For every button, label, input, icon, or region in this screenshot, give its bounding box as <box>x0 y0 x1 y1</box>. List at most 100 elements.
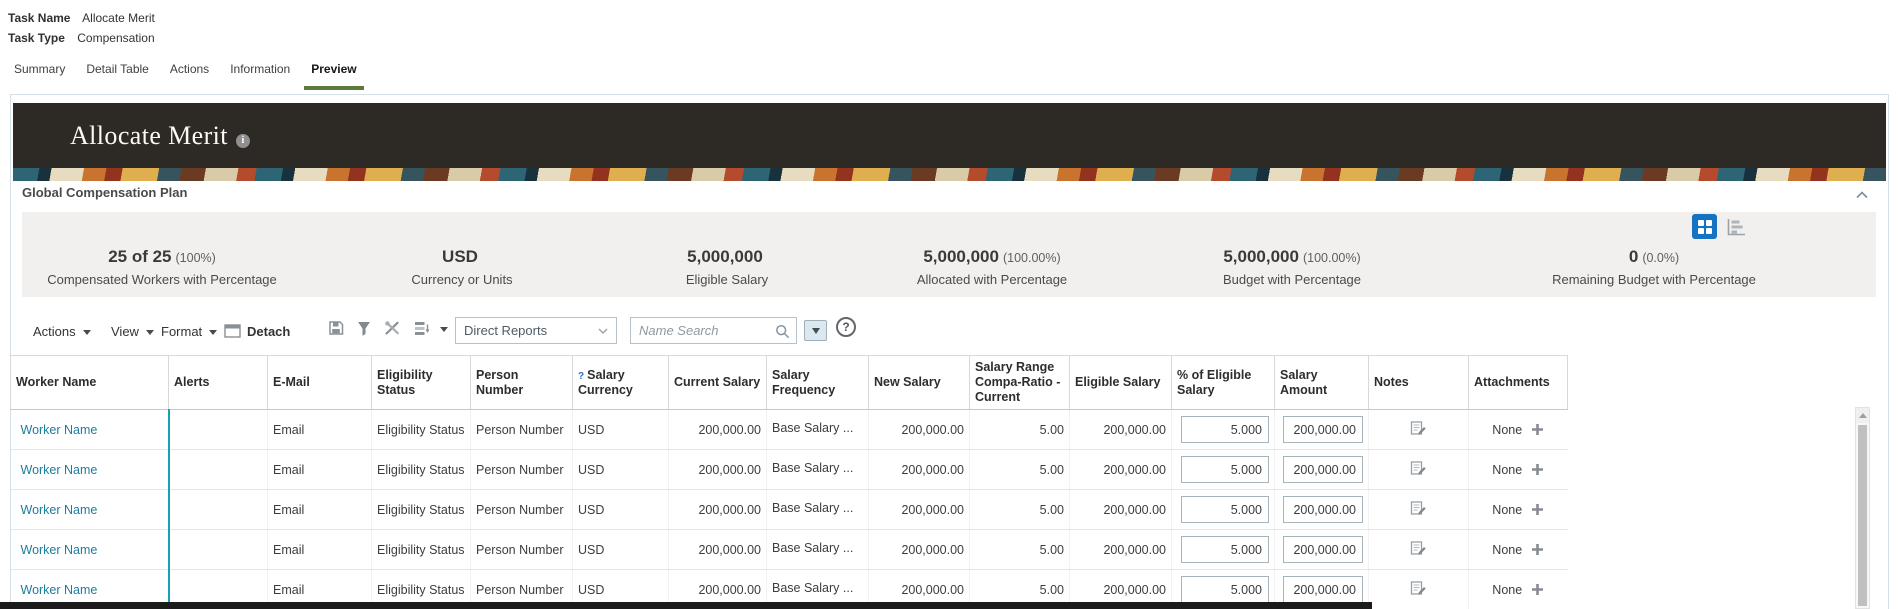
note-edit-icon[interactable] <box>1410 580 1427 596</box>
col-header-notes[interactable]: Notes <box>1368 355 1469 410</box>
worker-name-link[interactable]: Worker Name <box>21 543 98 557</box>
search-options-button[interactable] <box>804 320 827 341</box>
tab-preview[interactable]: Preview <box>304 48 365 90</box>
cell-salary-currency: USD <box>572 489 669 530</box>
scrollbar-thumb[interactable] <box>1858 425 1867 606</box>
col-header-pct-of-eligible-salary[interactable]: % of Eligible Salary <box>1171 355 1275 410</box>
worker-name-link[interactable]: Worker Name <box>21 583 98 597</box>
col-header-attachments[interactable]: Attachments <box>1468 355 1568 410</box>
cell-new-salary: 200,000.00 <box>868 409 970 450</box>
salary-amount-input[interactable] <box>1283 416 1363 443</box>
current-salary-value: 200,000.00 <box>698 502 761 517</box>
banner: Allocate Merit i <box>13 103 1886 168</box>
pct-of-eligible-input[interactable] <box>1181 416 1269 443</box>
export-icon[interactable] <box>328 320 344 336</box>
col-header-salary-currency[interactable]: Salary Currency <box>572 355 669 410</box>
horizontal-scrollbar[interactable] <box>0 602 1372 609</box>
tab-information[interactable]: Information <box>228 48 292 90</box>
section-title: Global Compensation Plan <box>22 185 188 200</box>
name-search-input[interactable] <box>631 318 796 343</box>
format-menu[interactable]: Format <box>161 318 218 344</box>
add-attachment-plus-icon[interactable] <box>1531 583 1544 596</box>
reorder-columns-icon[interactable] <box>414 321 431 336</box>
worker-name-link[interactable]: Worker Name <box>21 463 98 477</box>
note-edit-icon[interactable] <box>1410 500 1427 516</box>
cell-worker-name: Worker Name <box>10 529 170 570</box>
decorative-banner-strip <box>13 168 1886 181</box>
add-attachment-plus-icon[interactable] <box>1531 503 1544 516</box>
chevron-down-icon[interactable] <box>440 326 448 332</box>
worker-name-link[interactable]: Worker Name <box>21 423 98 437</box>
cell-salary-currency: USD <box>572 449 669 490</box>
current-salary-value: 200,000.00 <box>698 542 761 557</box>
col-header-new-salary[interactable]: New Salary <box>868 355 970 410</box>
col-header-alerts[interactable]: Alerts <box>168 355 268 410</box>
cell-salary-currency: USD <box>572 409 669 450</box>
scroll-up-arrow-icon[interactable] <box>1856 408 1869 423</box>
new-salary-value: 200,000.00 <box>901 542 964 557</box>
note-edit-icon[interactable] <box>1410 540 1427 556</box>
detach-button[interactable]: Detach <box>224 318 290 344</box>
col-header-label: Salary Currency <box>578 367 633 397</box>
cell-person-number: Person Number <box>470 409 573 450</box>
page-title: Allocate Merit <box>70 120 228 150</box>
person-number-value: Person Number <box>476 542 564 557</box>
tab-detail-table[interactable]: Detail Table <box>84 48 150 90</box>
info-icon[interactable]: i <box>235 133 250 148</box>
col-header-person-number[interactable]: Person Number <box>470 355 573 410</box>
col-header-salary-amount[interactable]: Salary Amount <box>1274 355 1369 410</box>
add-attachment-plus-icon[interactable] <box>1531 423 1544 436</box>
collapse-chevron-icon[interactable] <box>1856 191 1868 199</box>
stat-value: 5,000,000 <box>687 247 763 266</box>
person-number-value: Person Number <box>476 422 564 437</box>
salary-frequency-value: Base Salary ... <box>772 501 854 515</box>
cell-eligibility-status: Eligibility Status <box>371 409 471 450</box>
search-icon[interactable] <box>775 324 790 339</box>
task-name-label: Task Name <box>8 11 71 25</box>
add-attachment-plus-icon[interactable] <box>1531 463 1544 476</box>
tools-icon[interactable] <box>384 320 401 336</box>
tab-bar: Summary Detail Table Actions Information… <box>12 48 365 90</box>
population-select-value: Direct Reports <box>464 323 548 338</box>
tab-summary[interactable]: Summary <box>12 48 67 90</box>
note-edit-icon[interactable] <box>1410 420 1427 436</box>
salary-amount-input[interactable] <box>1283 536 1363 563</box>
attachments-value: None <box>1492 582 1523 597</box>
col-header-email[interactable]: E-Mail <box>267 355 372 410</box>
actions-menu-label: Actions <box>33 323 76 339</box>
col-header-current-salary[interactable]: Current Salary <box>668 355 767 410</box>
salary-amount-input[interactable] <box>1283 456 1363 483</box>
salary-amount-input[interactable] <box>1283 496 1363 523</box>
pct-of-eligible-input[interactable] <box>1181 536 1269 563</box>
eligible-salary-value: 200,000.00 <box>1103 542 1166 557</box>
actions-menu[interactable]: Actions <box>33 318 91 344</box>
col-header-compa-ratio[interactable]: Salary Range Compa-Ratio - Current <box>969 355 1070 410</box>
vertical-scrollbar[interactable] <box>1855 407 1870 609</box>
pct-of-eligible-input[interactable] <box>1181 496 1269 523</box>
email-value: Email <box>273 542 305 557</box>
name-search-box <box>630 317 797 344</box>
note-edit-icon[interactable] <box>1410 460 1427 476</box>
view-menu[interactable]: View <box>111 318 154 344</box>
help-icon[interactable] <box>836 317 856 337</box>
pct-of-eligible-input[interactable] <box>1181 576 1269 603</box>
col-header-worker-name[interactable]: Worker Name <box>10 355 169 410</box>
population-select[interactable]: Direct Reports <box>455 317 617 344</box>
grid-view-icon[interactable] <box>1692 214 1717 239</box>
filter-icon[interactable] <box>357 321 371 336</box>
salary-amount-input[interactable] <box>1283 576 1363 603</box>
table-row: Worker Name Email Eligibility Status Per… <box>10 489 1568 530</box>
email-value: Email <box>273 502 305 517</box>
new-salary-value: 200,000.00 <box>901 582 964 597</box>
tab-actions[interactable]: Actions <box>168 48 211 90</box>
current-salary-value: 200,000.00 <box>698 582 761 597</box>
col-header-eligible-salary[interactable]: Eligible Salary <box>1069 355 1172 410</box>
chart-view-icon[interactable] <box>1726 218 1746 236</box>
worker-name-link[interactable]: Worker Name <box>21 503 98 517</box>
pct-of-eligible-input[interactable] <box>1181 456 1269 483</box>
col-header-eligibility-status[interactable]: Eligibility Status <box>371 355 471 410</box>
chevron-down-icon <box>82 329 91 335</box>
stat-budget: 5,000,000 (100.00%) Budget with Percentag… <box>1152 212 1432 297</box>
col-header-salary-frequency[interactable]: Salary Frequency <box>766 355 869 410</box>
add-attachment-plus-icon[interactable] <box>1531 543 1544 556</box>
